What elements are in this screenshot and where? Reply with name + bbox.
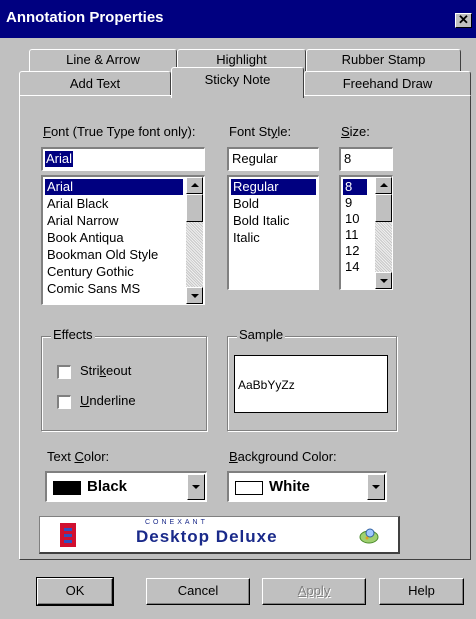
arrow-down-icon <box>380 279 388 283</box>
size-list-items: 8 9 10 11 12 14 <box>341 177 375 289</box>
strikeout-label: Strikeout <box>80 363 132 378</box>
font-style-list-item[interactable]: Italic <box>231 230 260 246</box>
font-list[interactable]: Arial Arial Black Arial Narrow Book Anti… <box>41 175 205 305</box>
font-style-label: Font Style: <box>229 124 292 139</box>
dropdown-button[interactable] <box>187 474 205 500</box>
size-list[interactable]: 8 9 10 11 12 14 <box>339 175 393 290</box>
size-label: Size: <box>341 124 370 139</box>
color-swatch <box>235 481 263 495</box>
effects-group-title: Effects <box>51 327 95 342</box>
sample-preview: AaBbYyZz <box>234 355 388 413</box>
text-color-select[interactable]: Black <box>45 471 207 502</box>
font-label: Font (True Type font only): <box>43 124 196 139</box>
annotation-properties-dialog: Annotation Properties ✕ Line & Arrow Hig… <box>0 0 476 619</box>
arrow-up-icon <box>191 183 199 187</box>
background-color-label: Background Color: <box>229 449 337 464</box>
sample-text: AaBbYyZz <box>238 378 295 392</box>
font-list-item[interactable]: Comic Sans MS <box>45 281 140 297</box>
effects-group <box>41 336 207 431</box>
size-list-item[interactable]: 14 <box>343 259 359 275</box>
checkbox-box[interactable] <box>57 395 71 409</box>
background-color-value: White <box>269 478 310 495</box>
font-style-input-value: Regular <box>232 151 278 166</box>
size-list-item[interactable]: 10 <box>343 211 359 227</box>
checkbox-box[interactable] <box>57 365 71 379</box>
background-color-select[interactable]: White <box>227 471 387 502</box>
font-style-input[interactable]: Regular <box>227 147 319 171</box>
brand-small-text: CONEXANT <box>145 519 208 526</box>
font-style-list-item[interactable]: Bold Italic <box>231 213 289 229</box>
dropdown-button[interactable] <box>367 474 385 500</box>
size-list-item[interactable]: 12 <box>343 243 359 259</box>
chevron-down-icon <box>372 485 380 489</box>
product-banner: CONEXANT Desktop Deluxe <box>39 516 400 554</box>
text-color-label: Text Color: <box>47 449 110 464</box>
font-input-value: Arial <box>45 151 74 167</box>
color-swatch <box>53 481 81 495</box>
font-input[interactable]: Arial <box>41 147 205 171</box>
arrow-down-icon <box>191 294 199 298</box>
font-list-scrollbar[interactable] <box>186 177 203 304</box>
sample-group-title: Sample <box>237 327 286 342</box>
font-list-item[interactable]: Arial Black <box>45 196 108 212</box>
size-input-value: 8 <box>344 151 352 166</box>
text-color-value: Black <box>87 478 128 495</box>
scroll-up-button[interactable] <box>186 177 203 194</box>
chevron-down-icon <box>192 485 200 489</box>
underline-checkbox[interactable]: Underline <box>57 393 177 411</box>
strikeout-checkbox[interactable]: Strikeout <box>57 363 177 381</box>
globe-icon <box>359 528 379 544</box>
arrow-up-icon <box>380 183 388 187</box>
font-list-item[interactable]: Book Antiqua <box>45 230 124 246</box>
font-style-list[interactable]: Regular Bold Bold Italic Italic <box>227 175 319 290</box>
font-list-item[interactable]: Century Gothic <box>45 264 134 280</box>
font-style-list-item[interactable]: Regular <box>231 179 316 195</box>
font-list-item[interactable]: Arial Narrow <box>45 213 119 229</box>
scroll-down-button[interactable] <box>375 272 392 289</box>
brand-large-text: Desktop Deluxe <box>136 527 278 546</box>
size-input[interactable]: 8 <box>339 147 393 171</box>
underline-label: Underline <box>80 393 136 408</box>
font-list-items: Arial Arial Black Arial Narrow Book Anti… <box>43 177 186 304</box>
size-list-item[interactable]: 8 <box>343 179 367 195</box>
panel-content: Font (True Type font only): Font Style: … <box>0 0 476 619</box>
font-style-list-item[interactable]: Bold <box>231 196 259 212</box>
conexant-logo-icon <box>60 523 76 547</box>
scroll-down-button[interactable] <box>186 287 203 304</box>
size-list-scrollbar[interactable] <box>375 177 392 289</box>
scroll-up-button[interactable] <box>375 177 392 194</box>
font-list-item[interactable]: Arial <box>45 179 183 195</box>
size-list-item[interactable]: 11 <box>343 227 359 243</box>
size-list-item[interactable]: 9 <box>343 195 352 211</box>
font-list-item[interactable]: Bookman Old Style <box>45 247 158 263</box>
scroll-thumb[interactable] <box>375 194 392 222</box>
scroll-thumb[interactable] <box>186 194 203 222</box>
